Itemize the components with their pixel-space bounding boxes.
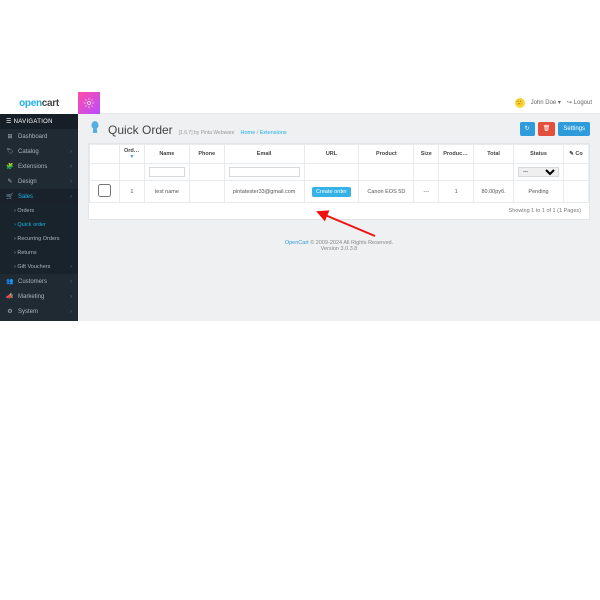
crumb-extensions[interactable]: Extensions <box>260 130 287 136</box>
nav-icon: ✎ <box>6 178 14 185</box>
sidebar: ☰ NAVIGATION ⊞Dashboard🏷Catalog›🧩Extensi… <box>0 114 78 321</box>
sidebar-item-dashboard[interactable]: ⊞ Dashboard <box>0 129 78 144</box>
delete-button[interactable]: 🗑 <box>538 122 556 136</box>
chevron-right-icon: › <box>70 309 72 315</box>
col-size: Size <box>414 145 439 164</box>
sidebar-item-catalog[interactable]: 🏷 Catalog› <box>0 144 78 159</box>
cell-phone <box>189 181 224 203</box>
sidebar-item-label: Customers <box>18 279 70 285</box>
sidebar-item-system[interactable]: ⚙ System› <box>0 304 78 319</box>
sidebar-item-extensions[interactable]: 🧩 Extensions› <box>0 159 78 174</box>
col-product[interactable]: Product <box>359 145 414 164</box>
chevron-right-icon: › <box>70 179 72 185</box>
nav-icon: ⚙ <box>6 308 14 315</box>
nav-icon: ⊞ <box>6 133 14 140</box>
sidebar-item-label: › Orders <box>14 208 72 214</box>
cell-size: --- <box>414 181 439 203</box>
sidebar-item-label: › Quick order <box>14 222 72 228</box>
orders-table: Order ID▼ Name Phone Email URL Product S… <box>89 144 589 203</box>
settings-button[interactable]: Settings <box>558 122 590 136</box>
main: 🙂 John Doe ▾ ↪ Logout Quick Order [1.6.7… <box>78 92 600 321</box>
chevron-right-icon: › <box>70 164 72 170</box>
footer-link[interactable]: OpenCart <box>285 240 309 246</box>
chevron-right-icon: › <box>70 194 72 200</box>
orders-panel: Order ID▼ Name Phone Email URL Product S… <box>88 143 590 220</box>
cell-comment <box>563 181 588 203</box>
filter-name-input[interactable] <box>149 167 185 177</box>
refresh-button[interactable]: ↻ <box>520 122 535 136</box>
col-url: URL <box>304 145 359 164</box>
brand-logo: opencart <box>0 92 78 114</box>
sidebar-item-marketing[interactable]: 📣 Marketing› <box>0 289 78 304</box>
nav-icon: 📣 <box>6 293 14 300</box>
cell-status: Pending <box>514 181 564 203</box>
nav-icon: 🏷 <box>6 148 14 155</box>
page-header: Quick Order [1.6.7] by Pinta Webware Hom… <box>78 114 600 143</box>
cell-product: Canon EOS 5D <box>359 181 414 203</box>
chevron-right-icon: › <box>70 149 72 155</box>
chevron-right-icon: › <box>70 279 72 285</box>
col-email[interactable]: Email <box>224 145 304 164</box>
chevron-right-icon: › <box>70 264 72 270</box>
sidebar-item-label: › Gift Vouchers <box>14 264 70 270</box>
col-total[interactable]: Total <box>474 145 514 164</box>
pagination-info: Showing 1 to 1 of 1 (1 Pages) <box>89 203 589 219</box>
filter-email-input[interactable] <box>229 167 300 177</box>
sidebar-item-design[interactable]: ✎ Design› <box>0 174 78 189</box>
col-comment: ✎ Co <box>563 145 588 164</box>
sidebar-subitem-returns[interactable]: › Returns <box>0 246 78 260</box>
crumb-home[interactable]: Home <box>240 130 255 136</box>
sidebar-item-label: Dashboard <box>18 134 72 140</box>
user-menu[interactable]: John Doe ▾ <box>531 99 561 106</box>
sidebar-item-label: Extensions <box>18 164 70 170</box>
nav-heading: ☰ NAVIGATION <box>0 114 78 129</box>
sidebar-subitem-recurring-orders[interactable]: › Recurring Orders <box>0 232 78 246</box>
page-title: Quick Order <box>108 123 173 137</box>
cell-url: Create order <box>304 181 359 203</box>
col-status[interactable]: Status <box>514 145 564 164</box>
col-phone[interactable]: Phone <box>189 145 224 164</box>
cell-product-amount: 1 <box>439 181 474 203</box>
nav-icon: 🧩 <box>6 163 14 170</box>
sidebar-subitem-orders[interactable]: › Orders <box>0 204 78 218</box>
sidebar-item-label: System <box>18 309 70 315</box>
cell-total: 80.00руб. <box>474 181 514 203</box>
logout-link[interactable]: ↪ Logout <box>567 99 592 106</box>
sidebar-subitem-gift-vouchers[interactable]: › Gift Vouchers› <box>0 260 78 274</box>
cell-name: test name <box>144 181 189 203</box>
cell-email: pintatester33@gmail.com <box>224 181 304 203</box>
sidebar-item-sales[interactable]: 🛒 Sales› <box>0 189 78 204</box>
sidebar-item-label: › Returns <box>14 250 72 256</box>
nav-icon: 👥 <box>6 278 14 285</box>
col-name[interactable]: Name <box>144 145 189 164</box>
col-product-amount: Product amount <box>439 145 474 164</box>
filter-status-select[interactable]: --- <box>518 167 559 177</box>
chevron-right-icon: › <box>70 294 72 300</box>
breadcrumb: Home / Extensions <box>240 130 286 136</box>
sidebar-subitem-quick-order[interactable]: › Quick order <box>0 218 78 232</box>
row-checkbox[interactable] <box>98 184 111 197</box>
col-checkbox <box>90 145 120 164</box>
nav-icon: 🛒 <box>6 193 14 200</box>
quick-order-icon <box>88 120 102 134</box>
page-subtitle: [1.6.7] by Pinta Webware <box>179 130 235 136</box>
footer: OpenCart © 2009-2024 All Rights Reserved… <box>78 230 600 292</box>
ai-badge-icon <box>78 92 100 114</box>
sidebar-item-label: › Recurring Orders <box>14 236 72 242</box>
table-filter-row: --- <box>90 164 589 181</box>
avatar: 🙂 <box>515 98 525 108</box>
sidebar-item-customers[interactable]: 👥 Customers› <box>0 274 78 289</box>
sidebar-item-label: Design <box>18 179 70 185</box>
col-order-id[interactable]: Order ID▼ <box>119 145 144 164</box>
cell-order-id: 1 <box>119 181 144 203</box>
table-header-row: Order ID▼ Name Phone Email URL Product S… <box>90 145 589 164</box>
footer-version: Version 3.0.3.8 <box>321 246 358 252</box>
sidebar-item-label: Marketing <box>18 294 70 300</box>
topbar: 🙂 John Doe ▾ ↪ Logout <box>78 92 600 114</box>
sidebar-item-label: Sales <box>18 194 70 200</box>
create-order-button[interactable]: Create order <box>312 187 351 197</box>
sidebar-item-label: Catalog <box>18 149 70 155</box>
table-row: 1 test name pintatester33@gmail.com Crea… <box>90 181 589 203</box>
